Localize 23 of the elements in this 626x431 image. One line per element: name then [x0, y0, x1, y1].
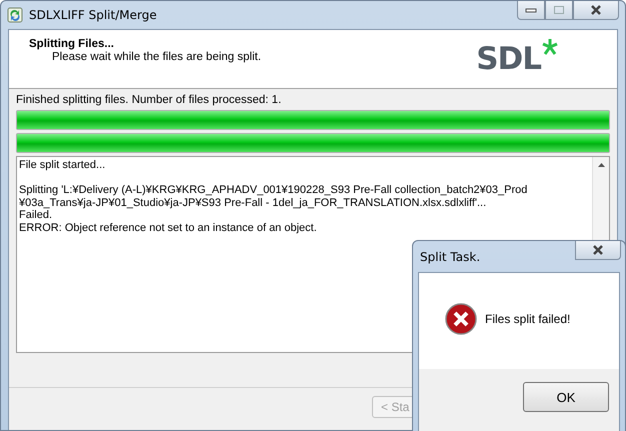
- window-title: SDLXLIFF Split/Merge: [29, 8, 157, 22]
- ok-button[interactable]: OK: [523, 382, 609, 412]
- log-line: File split started...: [19, 159, 106, 172]
- status-text: Finished splitting files. Number of files processed: 1.: [16, 93, 282, 107]
- step-title: Splitting Files...: [29, 38, 115, 50]
- log-line: Splitting 'L:¥Delivery (A-L)¥KRG¥KRG_APHADV_001¥190228_S93 Pre-Fall collection_batch2¥03_Prod: [19, 184, 528, 196]
- dialog-message: Files split failed!: [485, 312, 570, 326]
- step-description: Please wait while the files are being split.: [51, 51, 262, 63]
- close-button[interactable]: [573, 1, 619, 20]
- log-line: Failed.: [19, 209, 54, 222]
- close-icon: [591, 245, 605, 255]
- minimize-button[interactable]: [517, 1, 545, 20]
- log-line: ¥03a_Trans¥ja-JP¥01_Studio¥ja-JP¥S93 Pre-Fall - 1del_ja_FOR_TRANSLATION.xlsx.sdlxliff'...: [19, 196, 488, 209]
- scroll-up-icon: [596, 162, 606, 168]
- minimize-icon: [525, 7, 537, 13]
- recycle-arrows-icon: [7, 7, 23, 23]
- close-button[interactable]: [575, 241, 621, 260]
- error-icon: [445, 303, 477, 335]
- log-line: ERROR: Object reference not set to an instance of an object.: [19, 222, 318, 234]
- logo: SDL: [476, 42, 559, 76]
- close-icon: [589, 5, 603, 15]
- maximize-icon: [553, 5, 565, 15]
- dialog-title: Split Task.: [420, 250, 480, 264]
